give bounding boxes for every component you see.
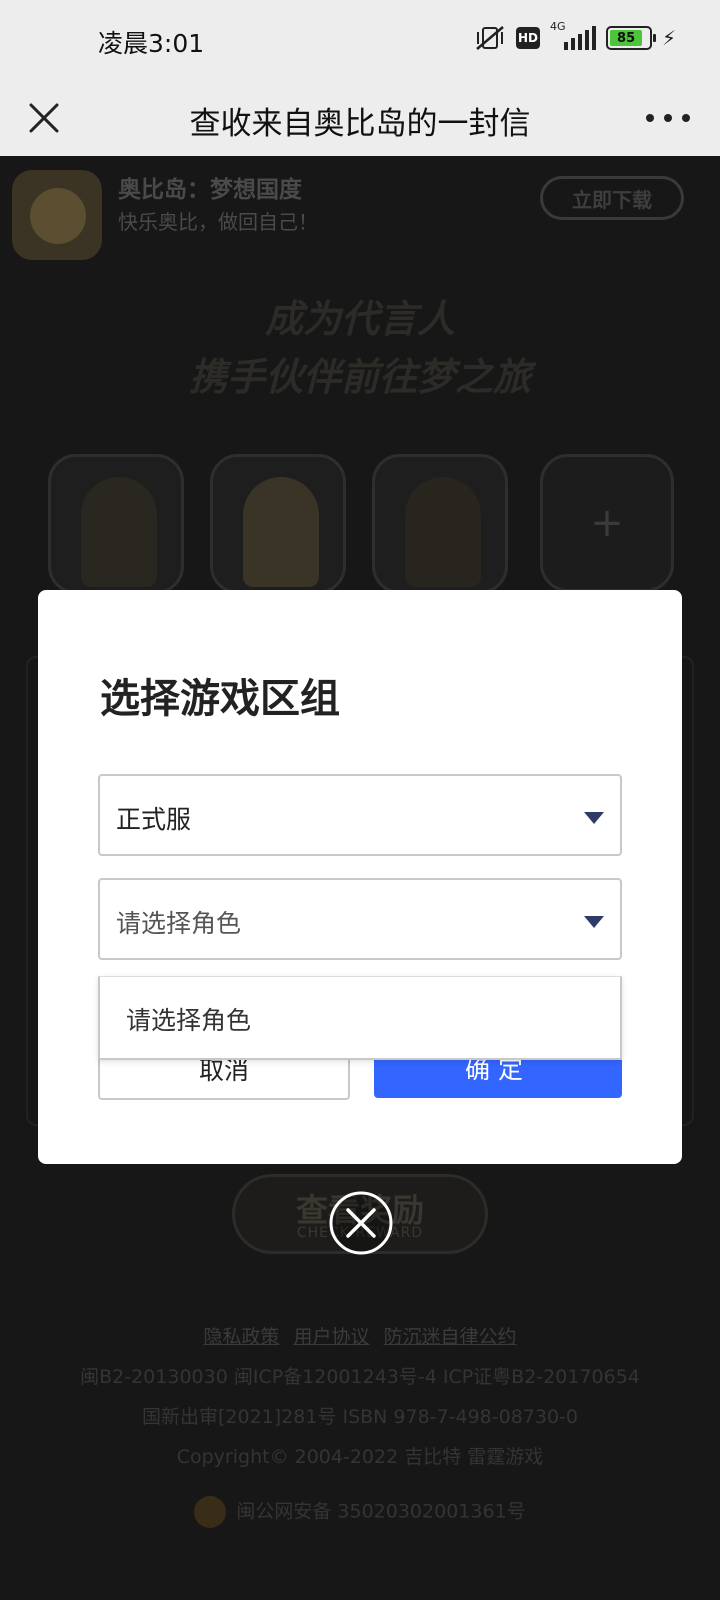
anti-addiction-link[interactable]: 防沉迷自律公约 xyxy=(384,1326,517,1348)
app-banner: 奥比岛：梦想国度 快乐奥比，做回自己！ 立即下载 xyxy=(0,156,720,266)
avatar-card[interactable] xyxy=(372,454,508,594)
footer-copyright: Copyright© 2004-2022 吉比特 雷霆游戏 xyxy=(176,1446,544,1468)
dialog-title: 选择游戏区组 xyxy=(100,676,340,722)
chevron-down-icon xyxy=(584,812,604,824)
server-select-value: 正式服 xyxy=(116,805,192,834)
server-select[interactable]: 正式服 xyxy=(98,774,622,856)
role-dropdown-list: 请选择角色 xyxy=(98,976,622,1060)
avatar-card[interactable] xyxy=(48,454,184,594)
more-icon[interactable] xyxy=(646,98,690,138)
privacy-policy-link[interactable]: 隐私政策 xyxy=(203,1326,279,1348)
download-button[interactable]: 立即下载 xyxy=(540,176,684,220)
title-bar: 查收来自奥比岛的一封信 xyxy=(0,80,720,156)
role-select[interactable]: 请选择角色 xyxy=(98,878,622,960)
status-time: 凌晨3:01 xyxy=(98,29,205,58)
police-badge-icon xyxy=(194,1496,227,1528)
footer-police: 闽公网安备 35020302001361号 xyxy=(0,1496,720,1528)
chevron-down-icon xyxy=(584,916,604,928)
battery-icon: 85 xyxy=(605,26,656,50)
app-logo xyxy=(12,170,102,260)
role-select-placeholder: 请选择角色 xyxy=(116,909,242,938)
charging-icon: ⚡ xyxy=(661,26,676,50)
user-agreement-link[interactable]: 用户协议 xyxy=(293,1326,369,1348)
page-title: 查收来自奥比岛的一封信 xyxy=(189,106,531,142)
add-avatar-button[interactable]: + xyxy=(540,454,674,592)
network-type: 4G xyxy=(549,20,566,33)
battery-level: 85 xyxy=(609,30,643,46)
role-option[interactable]: 请选择角色 xyxy=(126,1001,251,1037)
hero-line-2: 携手伙伴前往梦之旅 xyxy=(188,354,531,399)
vibrate-mute-icon xyxy=(474,24,506,52)
hd-icon: HD xyxy=(515,27,540,49)
avatar-card[interactable] xyxy=(210,454,346,594)
footer-license: 闽B2-20130030 闽ICP备12001243号-4 ICP证粤B2-20… xyxy=(80,1366,640,1388)
app-slogan: 快乐奥比，做回自己！ xyxy=(118,210,318,234)
police-record: 闽公网安备 35020302001361号 xyxy=(236,1500,526,1523)
app-name: 奥比岛：梦想国度 xyxy=(118,177,302,203)
modal-close-icon[interactable] xyxy=(328,1190,394,1256)
footer-links: 隐私政策 用户协议 防沉迷自律公约 xyxy=(0,1322,720,1349)
status-icons: HD 4G 85 ⚡ xyxy=(474,20,676,52)
status-bar: 凌晨3:01 HD 4G 85 ⚡ xyxy=(0,0,720,80)
footer-isbn: 国新出审[2021]281号 ISBN 978-7-498-08730-0 xyxy=(141,1406,578,1428)
signal-icon: 4G xyxy=(550,20,596,50)
hero-line-1: 成为代言人 xyxy=(264,296,455,341)
select-server-dialog: 选择游戏区组 正式服 请选择角色 取消 确定 请选择角色 xyxy=(38,590,682,1164)
